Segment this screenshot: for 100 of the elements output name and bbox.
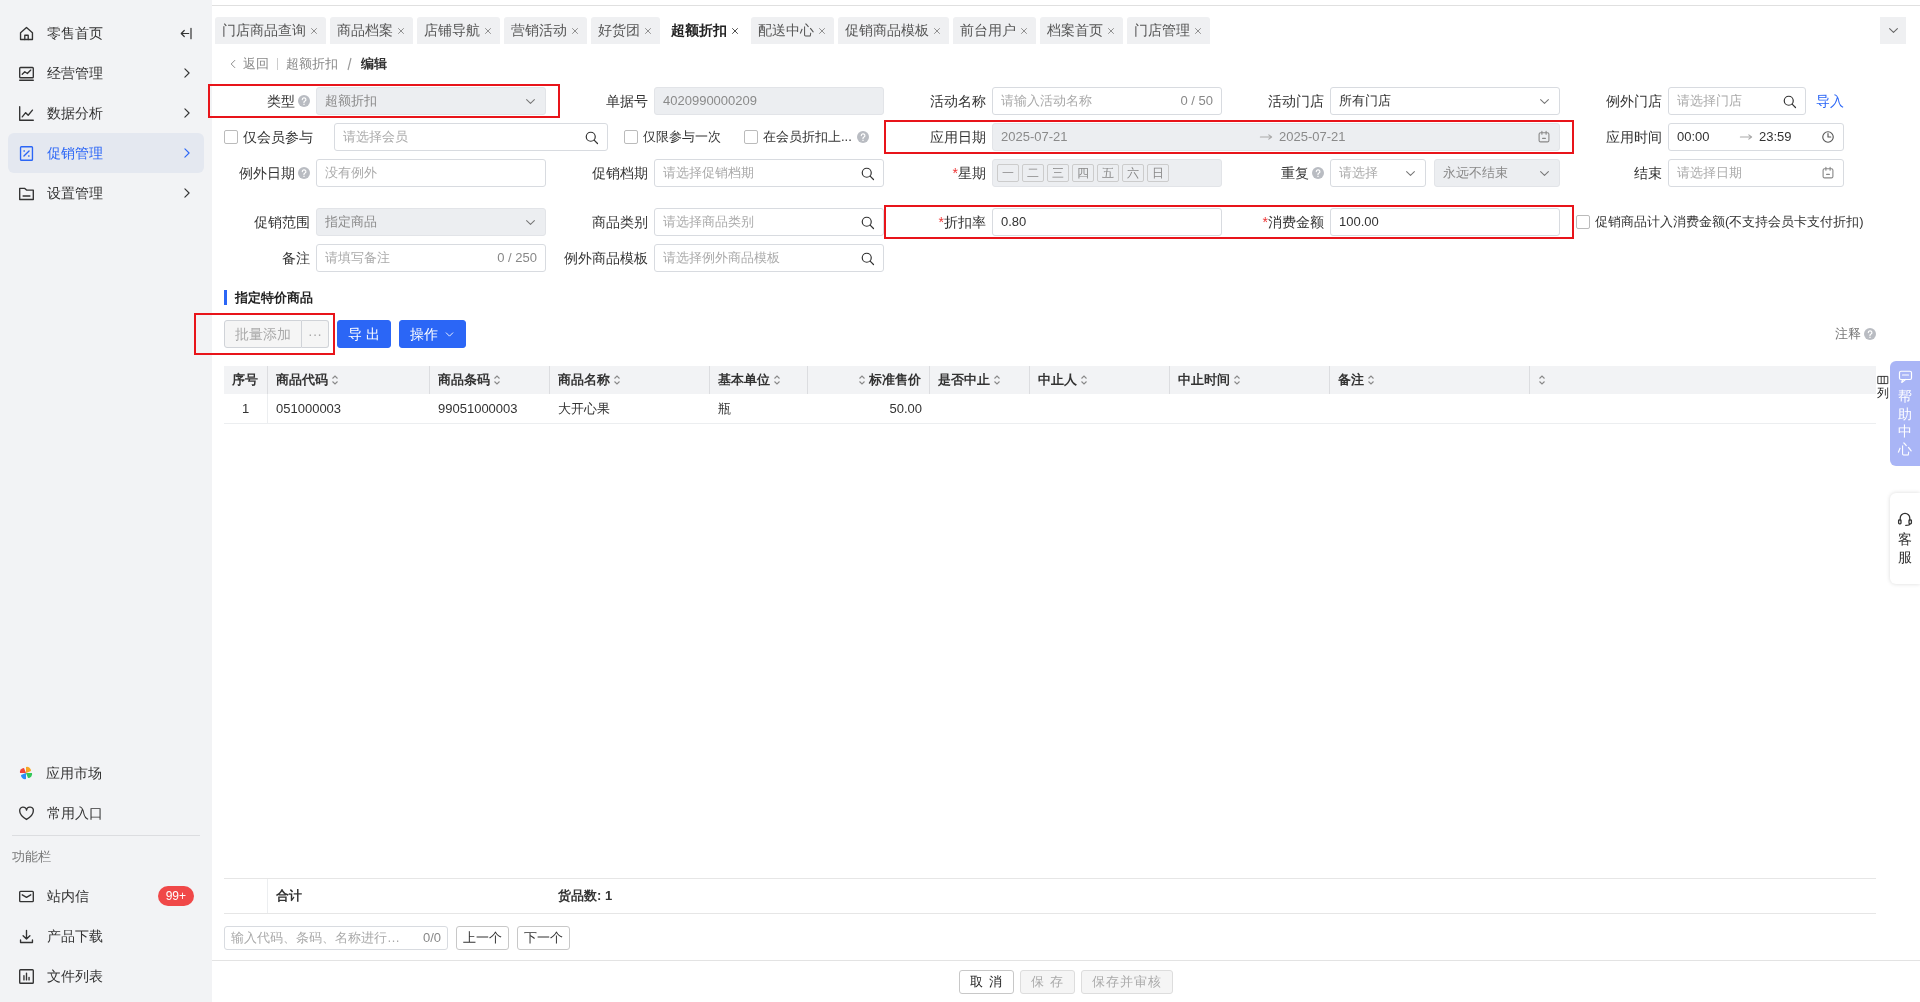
next-button[interactable]: 下一个 <box>517 926 570 950</box>
field-label: 重复 <box>1281 163 1309 183</box>
sidebar-item[interactable]: 产品下载 <box>8 916 204 956</box>
char-counter: 0 / 250 <box>497 249 537 268</box>
page-tab[interactable]: 好货团 <box>591 17 660 44</box>
sort-icon <box>1080 374 1088 386</box>
page-tab[interactable]: 门店管理 <box>1127 17 1210 44</box>
customer-service-tab[interactable]: 客服 <box>1890 493 1920 584</box>
collapse-icon[interactable] <box>179 25 194 41</box>
checkbox-label[interactable]: 仅会员参与 <box>243 126 313 148</box>
sidebar-item[interactable]: 应用市场 <box>8 753 204 793</box>
page-tab[interactable]: 前台用户 <box>953 17 1036 44</box>
sort-icon <box>773 374 781 386</box>
sidebar-item[interactable]: 站内信 99+ <box>8 876 204 916</box>
table-cell-text: 99051000003 <box>438 399 518 418</box>
time-range-field[interactable]: 00:00 23:59 <box>1668 123 1844 151</box>
field-label: 类型 <box>267 91 295 111</box>
checkbox[interactable] <box>224 130 238 144</box>
page-tab[interactable]: 营销活动 <box>504 17 587 44</box>
tag-card-icon <box>18 144 35 162</box>
column-header[interactable]: 备注 <box>1330 366 1530 394</box>
column-header[interactable]: 商品条码 <box>430 366 550 394</box>
text-input[interactable]: 请填写备注 <box>325 248 492 268</box>
line-chart-icon <box>18 104 35 122</box>
breadcrumb-current: 编辑 <box>361 55 387 74</box>
field-label: 活动名称 <box>930 91 986 111</box>
checkbox[interactable] <box>744 130 758 144</box>
calendar-icon <box>1821 166 1835 180</box>
message-icon <box>1897 369 1913 384</box>
column-header[interactable]: 中止人 <box>1030 366 1170 394</box>
page-tab[interactable]: 档案首页 <box>1040 17 1123 44</box>
toolbar-button[interactable]: 导 出 <box>337 320 391 348</box>
column-header[interactable]: 商品代码 <box>268 366 430 394</box>
table-cell-text: 大开心果 <box>558 399 610 418</box>
sort-icon <box>858 374 866 386</box>
sort-icon <box>1538 374 1546 386</box>
input-field[interactable]: 请填写备注 0 / 250 <box>316 244 546 272</box>
back-link[interactable]: 返回 <box>227 54 269 74</box>
help-icon <box>1864 328 1876 340</box>
column-header[interactable]: 是否中止 <box>930 366 1030 394</box>
text-input[interactable]: 请选择例外商品模板 <box>663 248 854 268</box>
field-label: 应用时间 <box>1606 127 1662 147</box>
checkbox-label[interactable]: 仅限参与一次 <box>643 127 721 147</box>
field-label: *星期 <box>952 163 986 183</box>
match-counter: 0/0 <box>422 929 441 948</box>
help-icon <box>298 95 310 107</box>
search-icon <box>860 214 875 230</box>
text-input[interactable]: 23:59 <box>1759 127 1815 147</box>
page-tab[interactable]: 门店商品查询 <box>215 17 326 44</box>
field-label: 结束 <box>1634 163 1662 183</box>
sidebar-item[interactable]: 零售首页 <box>8 13 204 53</box>
help-icon <box>1312 167 1324 179</box>
monitor-chart-icon <box>18 64 35 82</box>
tabs-menu-button[interactable] <box>1880 17 1906 44</box>
sidebar-item[interactable]: 常用入口 <box>8 793 204 833</box>
search-icon <box>584 129 599 145</box>
sidebar-item[interactable]: 设置管理 <box>8 173 204 213</box>
page-tab[interactable]: 商品档案 <box>330 17 413 44</box>
sidebar-item[interactable]: 数据分析 <box>8 93 204 133</box>
close-icon[interactable] <box>730 25 740 36</box>
checkbox-label[interactable]: 在会员折扣上... <box>763 127 852 147</box>
breadcrumb-link[interactable]: 超额折扣 <box>286 54 338 74</box>
field-label: *消费金额 <box>1262 212 1324 232</box>
sidebar-item[interactable]: 经营管理 <box>8 53 204 93</box>
page-tab[interactable]: 店铺导航 <box>417 17 500 44</box>
text-input[interactable]: 00:00 <box>1677 127 1733 147</box>
help-icon <box>856 131 869 143</box>
breadcrumb-separator <box>346 57 353 71</box>
text-input[interactable]: 请选择会员 <box>343 127 578 147</box>
field-label: 例外日期 <box>239 163 295 183</box>
column-header[interactable]: 标准售价 <box>808 366 930 394</box>
bar-chart-icon <box>18 967 35 985</box>
field-label: 备注 <box>282 248 310 268</box>
field-label: 例外商品模板 <box>564 248 648 268</box>
find-field[interactable]: 输入代码、条码、名称进行… 0/0 <box>224 926 448 950</box>
field-label: *折扣率 <box>938 212 986 232</box>
sort-icon <box>331 374 339 386</box>
page-tab[interactable]: 配送中心 <box>751 17 834 44</box>
column-header[interactable]: 中止时间 <box>1170 366 1330 394</box>
table-cell-text: 50.00 <box>889 399 922 418</box>
sidebar-item[interactable]: 促销管理 <box>8 133 204 173</box>
search-icon <box>1782 93 1797 109</box>
column-header[interactable]: 商品名称 <box>550 366 710 394</box>
columns-icon[interactable] <box>1877 374 1889 386</box>
sidebar-item[interactable]: 文件列表 <box>8 956 204 996</box>
search-field[interactable]: 请选择会员 <box>334 123 608 151</box>
text-input[interactable]: 输入代码、条码、名称进行… <box>231 928 417 948</box>
column-settings-label[interactable]: 列 <box>1877 386 1889 401</box>
help-icon <box>298 167 310 179</box>
action-button[interactable]: 取 消 <box>959 970 1014 994</box>
previous-button[interactable]: 上一个 <box>456 926 509 950</box>
column-header[interactable]: 基本单位 <box>710 366 808 394</box>
search-field[interactable]: 请选择例外商品模板 <box>654 244 884 272</box>
checkbox[interactable] <box>624 130 638 144</box>
count-badge: 99+ <box>157 886 194 906</box>
headset-icon <box>1897 511 1913 527</box>
column-header: 序号 <box>224 366 268 394</box>
field-label: 商品类别 <box>592 212 648 232</box>
page-tab[interactable]: 促销商品模板 <box>838 17 949 44</box>
dropdown-button[interactable]: 操作 <box>398 320 466 348</box>
